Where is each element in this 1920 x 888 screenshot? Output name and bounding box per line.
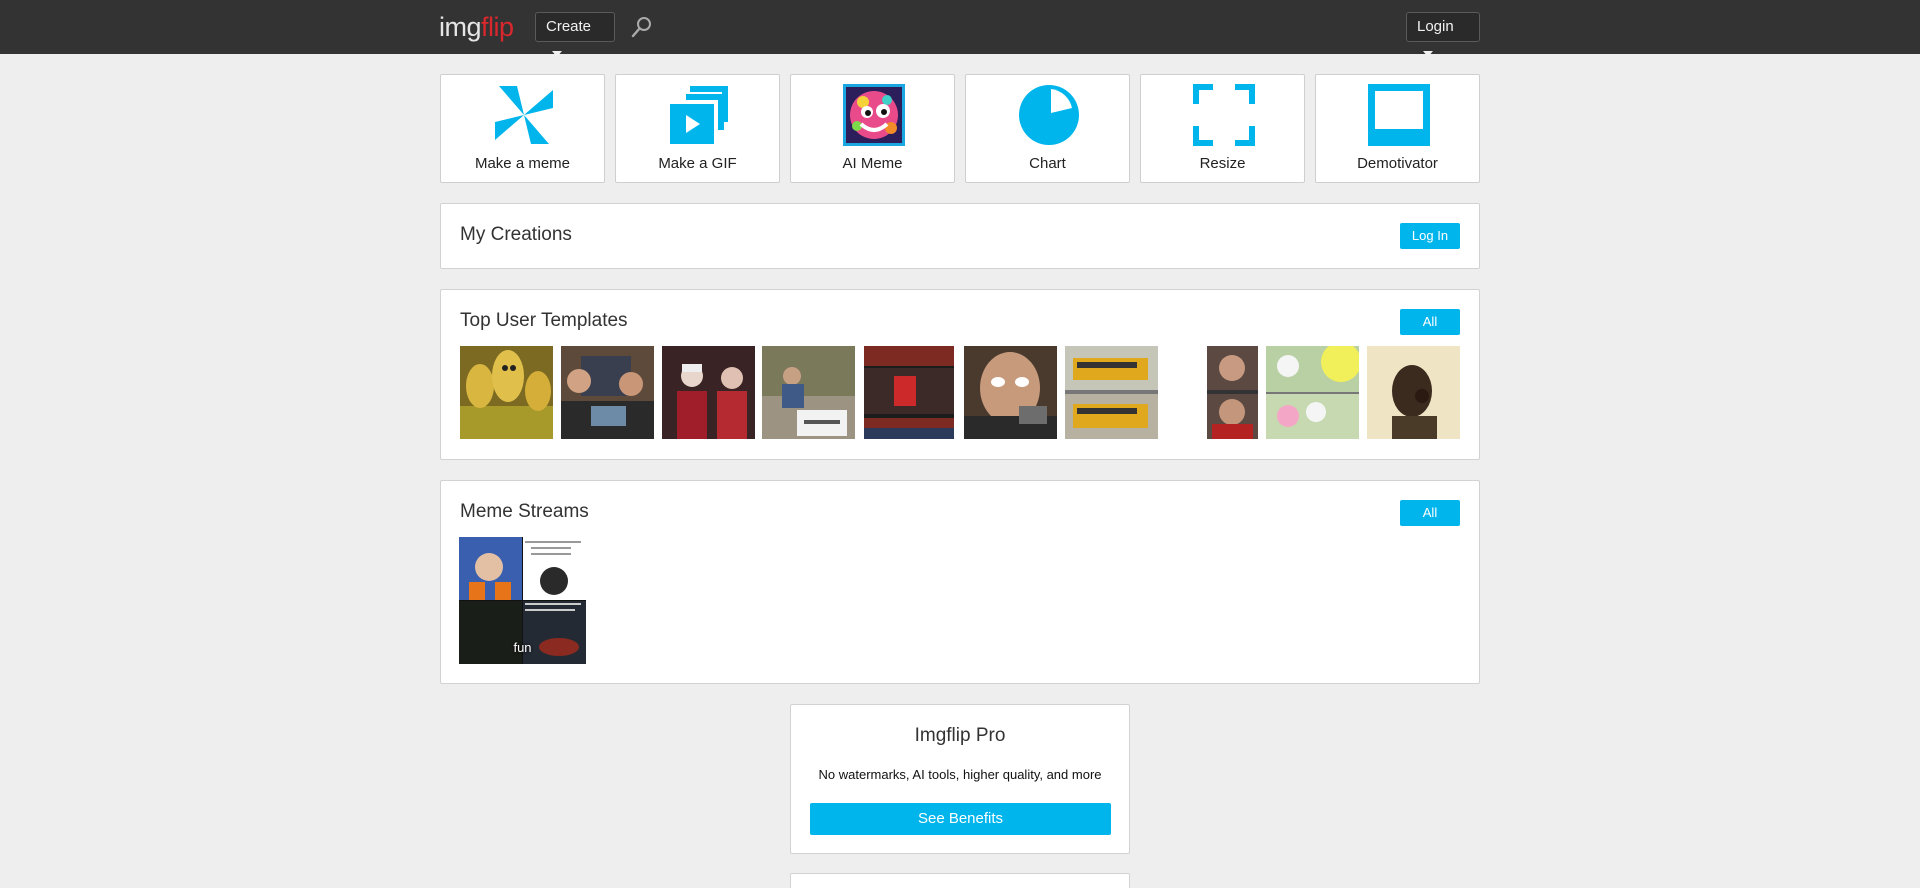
login-label: Login [1417,18,1454,35]
tool-label: Resize [1199,155,1246,172]
tool-label: Demotivator [1357,155,1438,172]
my-creations-title: My Creations [460,224,572,245]
gif-frames-icon [670,86,728,144]
tool-label: Chart [1029,155,1066,172]
template-thumbnail[interactable] [1207,346,1258,439]
tool-label: Make a meme [474,155,571,172]
log-in-button[interactable]: Log In [1400,223,1460,249]
tool-resize[interactable]: Resize [1140,74,1305,183]
tool-ai-meme[interactable]: AI Meme [790,74,955,183]
stream-fun-tile[interactable]: fun [459,537,586,664]
template-thumbnail[interactable] [460,346,553,439]
my-creations-panel: My Creations Log In [440,203,1480,269]
chevron-down-icon [552,51,562,58]
template-thumbnail[interactable] [561,346,654,439]
logo-text-img: img [439,12,482,42]
top-templates-title: Top User Templates [460,310,628,331]
template-thumbnail[interactable] [762,346,855,439]
template-thumbnail[interactable] [964,346,1057,439]
search-icon[interactable] [630,15,654,39]
pinwheel-icon [495,86,553,144]
tool-demotivator[interactable]: Demotivator [1315,74,1480,183]
next-panel-partial [790,873,1130,888]
frame-icon [1368,84,1430,146]
see-benefits-button[interactable]: See Benefits [810,803,1111,835]
imgflip-pro-panel: Imgflip Pro No watermarks, AI tools, hig… [790,704,1130,854]
logo-text-flip: flip [481,12,514,42]
template-thumbnail[interactable] [1266,346,1359,439]
tool-make-a-meme[interactable]: Make a meme [440,74,605,183]
template-thumbnail[interactable] [662,346,755,439]
login-dropdown-button[interactable]: Login [1406,12,1480,58]
templates-all-button[interactable]: All [1400,309,1460,335]
template-thumbnail[interactable] [1367,346,1460,439]
meme-streams-title: Meme Streams [460,501,589,522]
meme-streams-panel: Meme Streams All [440,480,1480,684]
streams-all-button[interactable]: All [1400,500,1460,526]
stream-label: fun [513,640,532,655]
tool-label: AI Meme [842,155,903,172]
tool-chart[interactable]: Chart [965,74,1130,183]
template-thumbnail[interactable] [1065,346,1158,439]
chevron-down-icon [1423,51,1433,58]
top-navbar: imgflip Create Login [0,0,1920,58]
ai-face-icon [843,84,905,146]
pro-title: Imgflip Pro [914,725,1006,746]
imgflip-logo[interactable]: imgflip [439,10,514,44]
tool-make-a-gif[interactable]: Make a GIF [615,74,780,183]
create-dropdown-button[interactable]: Create [535,12,615,58]
create-label: Create [546,18,592,35]
pro-description: No watermarks, AI tools, higher quality,… [818,767,1102,782]
pie-chart-icon [1019,85,1079,145]
resize-corners-icon [1193,84,1255,146]
tool-label: Make a GIF [658,155,737,172]
template-thumbnail[interactable] [864,346,954,439]
